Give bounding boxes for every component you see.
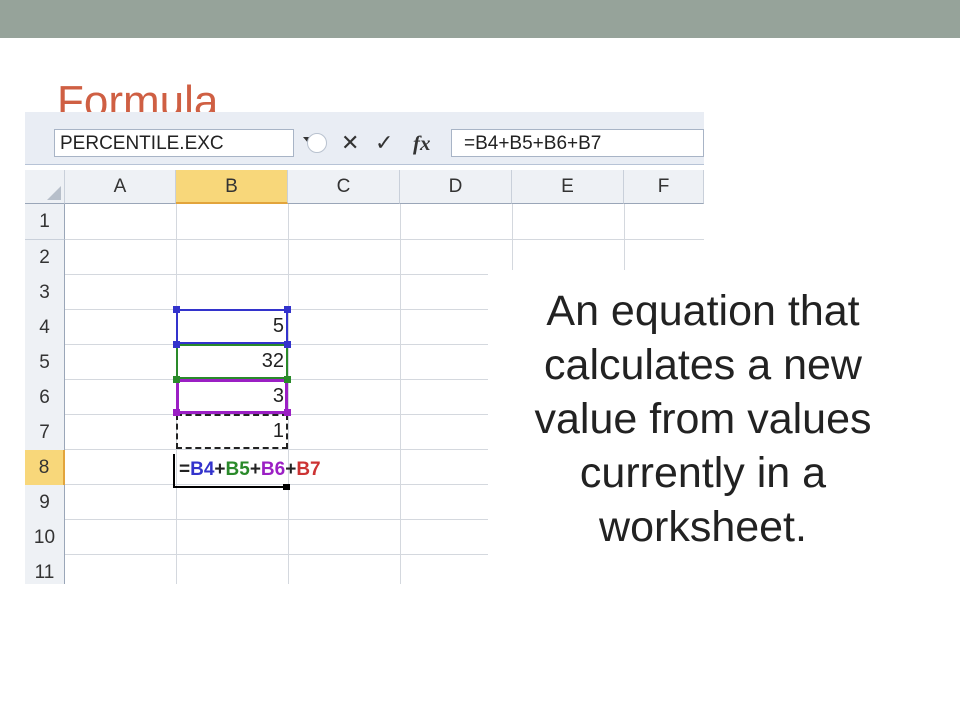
insert-function-icon[interactable]: fx <box>413 129 431 157</box>
cell-b7[interactable]: 1 <box>176 414 288 449</box>
formula-part: B6 <box>260 459 286 480</box>
cell-b5[interactable]: 32 <box>176 344 288 379</box>
formula-buttons: ✕ ✓ fx <box>301 129 443 157</box>
cancel-icon[interactable]: ✕ <box>341 129 359 157</box>
name-box[interactable]: PERCENTILE.EXC <box>54 129 315 157</box>
column-header-b[interactable]: B <box>176 170 288 204</box>
grip-icon <box>307 133 327 153</box>
column-header-f[interactable]: F <box>624 170 704 204</box>
slide-top-bar <box>0 0 960 38</box>
row-header-2[interactable]: 2 <box>25 240 65 276</box>
grid-line <box>65 239 704 240</box>
formula-input[interactable]: =B4+B5+B6+B7 <box>451 129 704 157</box>
row-header-7[interactable]: 7 <box>25 415 65 451</box>
enter-icon[interactable]: ✓ <box>375 129 393 157</box>
formula-bar: PERCENTILE.EXC ✕ ✓ fx =B4+B5+B6+B7 <box>25 112 704 165</box>
formula-part: + <box>285 459 297 480</box>
row-header-11[interactable]: 11 <box>25 555 65 584</box>
row-header-6[interactable]: 6 <box>25 380 65 416</box>
row-header-3[interactable]: 3 <box>25 275 65 311</box>
row-header-8[interactable]: 8 <box>25 450 65 486</box>
definition-panel: An equation that calculates a new value … <box>488 270 918 600</box>
definition-text: An equation that calculates a new value … <box>534 287 872 551</box>
grid-line <box>400 204 401 584</box>
formula-part: B4 <box>190 459 215 480</box>
row-header-10[interactable]: 10 <box>25 520 65 556</box>
column-header-e[interactable]: E <box>512 170 624 204</box>
formula-part: + <box>214 459 226 480</box>
select-all-corner[interactable] <box>25 170 65 204</box>
formula-part: = <box>179 459 191 480</box>
cell-b4[interactable]: 5 <box>176 309 288 344</box>
column-header-d[interactable]: D <box>400 170 512 204</box>
column-header-c[interactable]: C <box>288 170 400 204</box>
name-box-value: PERCENTILE.EXC <box>60 133 224 154</box>
formula-text: =B4+B5+B6+B7 <box>464 133 602 154</box>
row-header-5[interactable]: 5 <box>25 345 65 381</box>
select-all-icon <box>47 186 61 200</box>
cell-b8-editing[interactable]: =B4+B5+B6+B7 <box>173 454 321 488</box>
row-header-4[interactable]: 4 <box>25 310 65 346</box>
fill-handle[interactable] <box>283 484 290 490</box>
row-header-1[interactable]: 1 <box>25 204 65 240</box>
formula-part: + <box>249 459 261 480</box>
cell-b6[interactable]: 3 <box>176 379 288 414</box>
grid-line <box>288 204 289 584</box>
formula-part: B7 <box>296 459 321 480</box>
row-header-9[interactable]: 9 <box>25 485 65 521</box>
column-header-a[interactable]: A <box>65 170 176 204</box>
formula-part: B5 <box>225 459 250 480</box>
